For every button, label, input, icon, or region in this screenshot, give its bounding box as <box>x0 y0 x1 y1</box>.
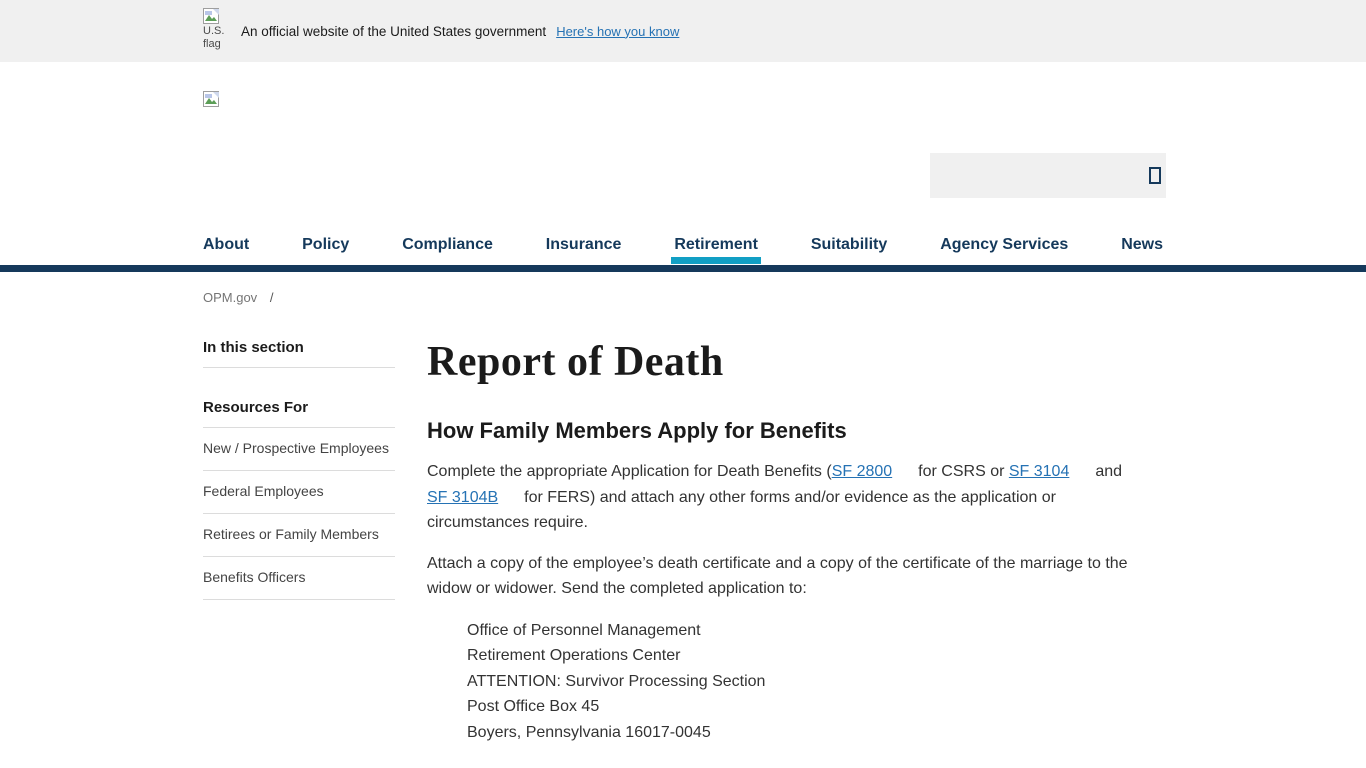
resources-for-heading: Resources For <box>203 399 395 428</box>
sidebar-item-retirees-or-family-members[interactable]: Retirees or Family Members <box>203 524 395 544</box>
sf-3104b-link[interactable]: SF 3104B <box>427 489 498 506</box>
nav-item-suitability[interactable]: Suitability <box>811 236 887 254</box>
page: U.S. flag An official website of the Uni… <box>0 0 1366 768</box>
address-line: Office of Personnel Management <box>467 618 1131 644</box>
sidebar-item-benefits-officers[interactable]: Benefits Officers <box>203 567 395 587</box>
sidebar-links: New / Prospective Employees Federal Empl… <box>203 428 395 600</box>
nav-item-compliance[interactable]: Compliance <box>402 236 493 254</box>
nav-item-about[interactable]: About <box>203 236 249 254</box>
list-item: New / Prospective Employees <box>203 428 395 471</box>
sidebar: In this section Resources For New / Pros… <box>203 339 395 768</box>
list-item: Retirees or Family Members <box>203 514 395 557</box>
sf-3104-link[interactable]: SF 3104 <box>1009 463 1069 480</box>
sidebar-item-new-prospective-employees[interactable]: New / Prospective Employees <box>203 438 395 458</box>
section-heading: How Family Members Apply for Benefits <box>427 418 1131 444</box>
heres-how-you-know-link[interactable]: Here's how you know <box>556 24 679 39</box>
search-box[interactable] <box>930 153 1166 198</box>
sidebar-item-federal-employees[interactable]: Federal Employees <box>203 481 395 501</box>
sf-2800-link[interactable]: SF 2800 <box>832 463 892 480</box>
page-title: Report of Death <box>427 339 1131 385</box>
nav-item-retirement[interactable]: Retirement <box>674 236 758 254</box>
broken-image-icon <box>203 8 220 25</box>
text-segment: and <box>1095 463 1122 480</box>
list-item: Benefits Officers <box>203 557 395 600</box>
search-icon[interactable] <box>1149 167 1161 184</box>
breadcrumb-separator: / <box>270 290 274 305</box>
breadcrumb-home-link[interactable]: OPM.gov <box>203 290 257 305</box>
text-segment: for CSRS or <box>918 463 1009 480</box>
opm-logo-broken-image[interactable] <box>203 91 223 111</box>
official-website-text: An official website of the United States… <box>241 24 546 39</box>
address-line: ATTENTION: Survivor Processing Section <box>467 669 1131 695</box>
nav-item-agency-services[interactable]: Agency Services <box>940 236 1068 254</box>
text-segment: Complete the appropriate Application for… <box>427 463 832 480</box>
paragraph-attach-certificate: Attach a copy of the employee’s death ce… <box>427 551 1131 602</box>
address-line: Retirement Operations Center <box>467 643 1131 669</box>
address-line: Boyers, Pennsylvania 16017-0045 <box>467 720 1131 746</box>
mailing-address: Office of Personnel Management Retiremen… <box>427 618 1131 746</box>
main-content: Report of Death How Family Members Apply… <box>427 339 1131 768</box>
nav-item-news[interactable]: News <box>1121 236 1163 254</box>
nav-item-insurance[interactable]: Insurance <box>546 236 622 254</box>
list-item: Federal Employees <box>203 471 395 514</box>
breadcrumb: OPM.gov / <box>203 290 1163 305</box>
primary-nav: About Policy Compliance Insurance Retire… <box>0 225 1366 265</box>
us-flag-broken-image: U.S. flag <box>203 8 227 60</box>
in-this-section-heading: In this section <box>203 339 395 368</box>
paragraph-apply-instructions: Complete the appropriate Application for… <box>427 459 1131 536</box>
nav-divider-bar <box>0 265 1366 272</box>
site-header <box>0 62 1366 225</box>
address-line: Post Office Box 45 <box>467 694 1131 720</box>
flag-alt-text: U.S. flag <box>203 25 227 51</box>
gov-banner: U.S. flag An official website of the Uni… <box>0 0 1366 62</box>
nav-item-policy[interactable]: Policy <box>302 236 349 254</box>
text-segment: for FERS) and attach any other forms and… <box>427 489 1056 532</box>
search-input[interactable] <box>930 153 1149 198</box>
broken-image-icon <box>203 91 220 108</box>
